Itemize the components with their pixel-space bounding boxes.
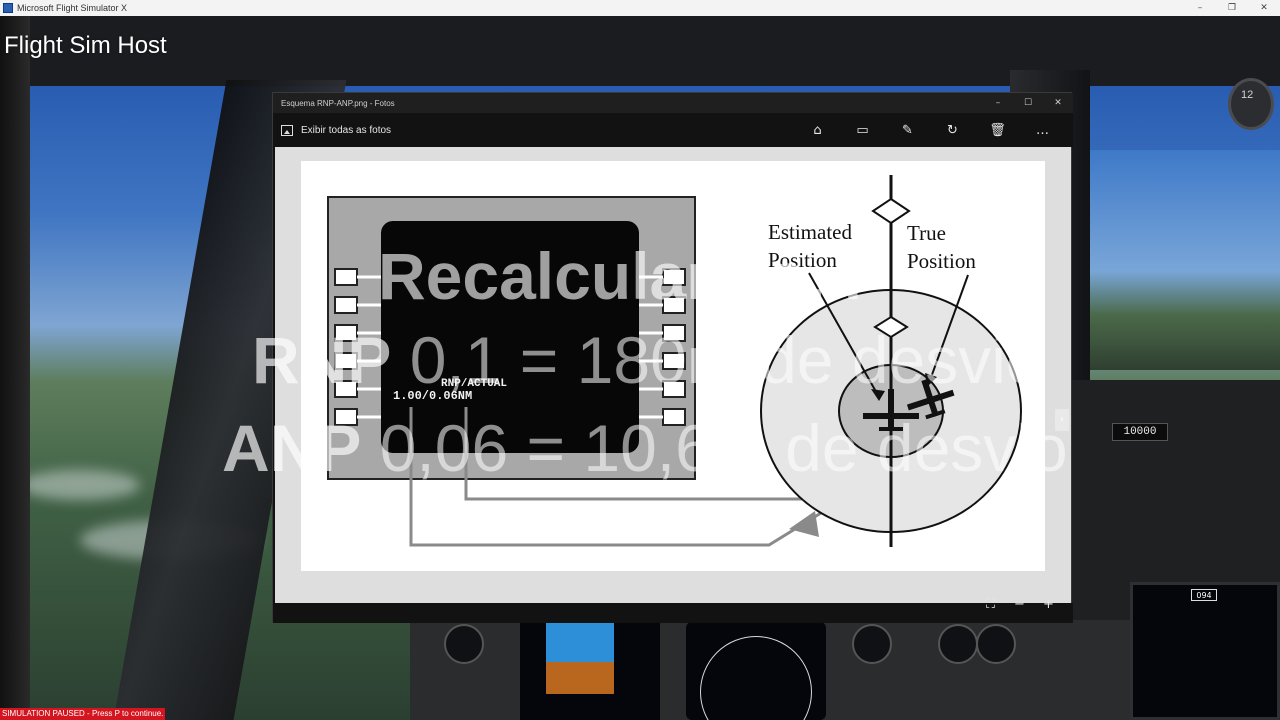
photos-title: Esquema RNP-ANP.png - Fotos	[281, 98, 395, 108]
close-button[interactable]: ✕	[1248, 0, 1280, 16]
engine-gauge	[938, 624, 978, 664]
view-all-photos-label: Exibir todas as fotos	[301, 124, 392, 136]
cloud	[20, 470, 140, 500]
gallery-icon	[281, 124, 293, 136]
zoom-in-icon[interactable]: +	[1034, 595, 1063, 615]
photos-window-controls: – ☐ ✕	[983, 93, 1073, 113]
attitude-ground	[546, 662, 614, 694]
attitude-sky	[546, 622, 614, 662]
overlay-anp: ANP 0,06 = 10,6m de desvio	[222, 410, 1068, 486]
close-button[interactable]: ✕	[1043, 93, 1073, 113]
true-label-2: Position	[907, 249, 976, 273]
heading-box: 094	[1191, 589, 1217, 601]
true-label-1: True	[907, 221, 946, 245]
right-window	[1080, 150, 1280, 370]
slideshow-icon[interactable]: ▭	[840, 113, 885, 147]
rotate-icon[interactable]: ↻	[930, 113, 975, 147]
enhance-icon[interactable]: ⌂	[795, 113, 840, 147]
fit-icon[interactable]: ⛶	[976, 595, 1005, 615]
navigation-display-right: 094	[1130, 582, 1280, 720]
photos-command-bar: Exibir todas as fotos ⌂ ▭ ✎ ↻ 🗑 …	[273, 113, 1073, 147]
arrowhead-estimated	[789, 511, 819, 537]
overlay-anp-label: ANP	[222, 411, 362, 485]
host-label: Flight Sim Host	[4, 32, 167, 59]
minimize-button[interactable]: –	[983, 93, 1013, 113]
standby-gauge	[444, 624, 484, 664]
app-title: Microsoft Flight Simulator X	[17, 3, 128, 13]
overlay-recalculando: Recalculando...	[378, 239, 863, 313]
maximize-button[interactable]: ☐	[1013, 93, 1043, 113]
overlay-rnp: RNP 0,1 = 180m de desvio	[252, 322, 1043, 398]
window-controls: – ❐ ✕	[1184, 0, 1280, 16]
simulation-paused-banner: SIMULATION PAUSED - Press P to continue.	[0, 708, 166, 720]
view-all-photos-button[interactable]: Exibir todas as fotos	[281, 124, 392, 136]
toolbar: ⌂ ▭ ✎ ↻ 🗑 …	[795, 113, 1065, 147]
edit-icon[interactable]: ✎	[885, 113, 930, 147]
more-options-icon[interactable]: …	[1020, 113, 1065, 147]
overlay-rnp-label: RNP	[252, 323, 392, 397]
engine-gauge	[976, 624, 1016, 664]
zoom-out-icon[interactable]: −	[1005, 595, 1034, 615]
app-icon	[3, 3, 13, 13]
delete-icon[interactable]: 🗑	[975, 113, 1020, 147]
overlay-anp-value: 0,06 = 10,6m de desvio	[361, 411, 1068, 485]
overlay-rnp-value: 0,1 = 180m de desvio	[391, 323, 1043, 397]
restore-button[interactable]: ❐	[1216, 0, 1248, 16]
waypoint-upper	[871, 197, 911, 225]
cockpit-clock	[1228, 78, 1274, 130]
photos-bottom-bar	[273, 603, 1073, 623]
cockpit-frame-left	[0, 16, 30, 720]
clock-label: 12	[1241, 89, 1254, 101]
standby-gauge	[852, 624, 892, 664]
app-titlebar: Microsoft Flight Simulator X – ❐ ✕	[0, 0, 1280, 16]
zoom-controls: ⛶ − +	[976, 595, 1063, 615]
altitude-selector[interactable]: 10000	[1112, 423, 1168, 441]
photos-titlebar: Esquema RNP-ANP.png - Fotos – ☐ ✕	[273, 93, 1073, 113]
minimize-button[interactable]: –	[1184, 0, 1216, 16]
screen: 12 10000 094 Flight Sim Host Microsoft F…	[0, 0, 1280, 720]
